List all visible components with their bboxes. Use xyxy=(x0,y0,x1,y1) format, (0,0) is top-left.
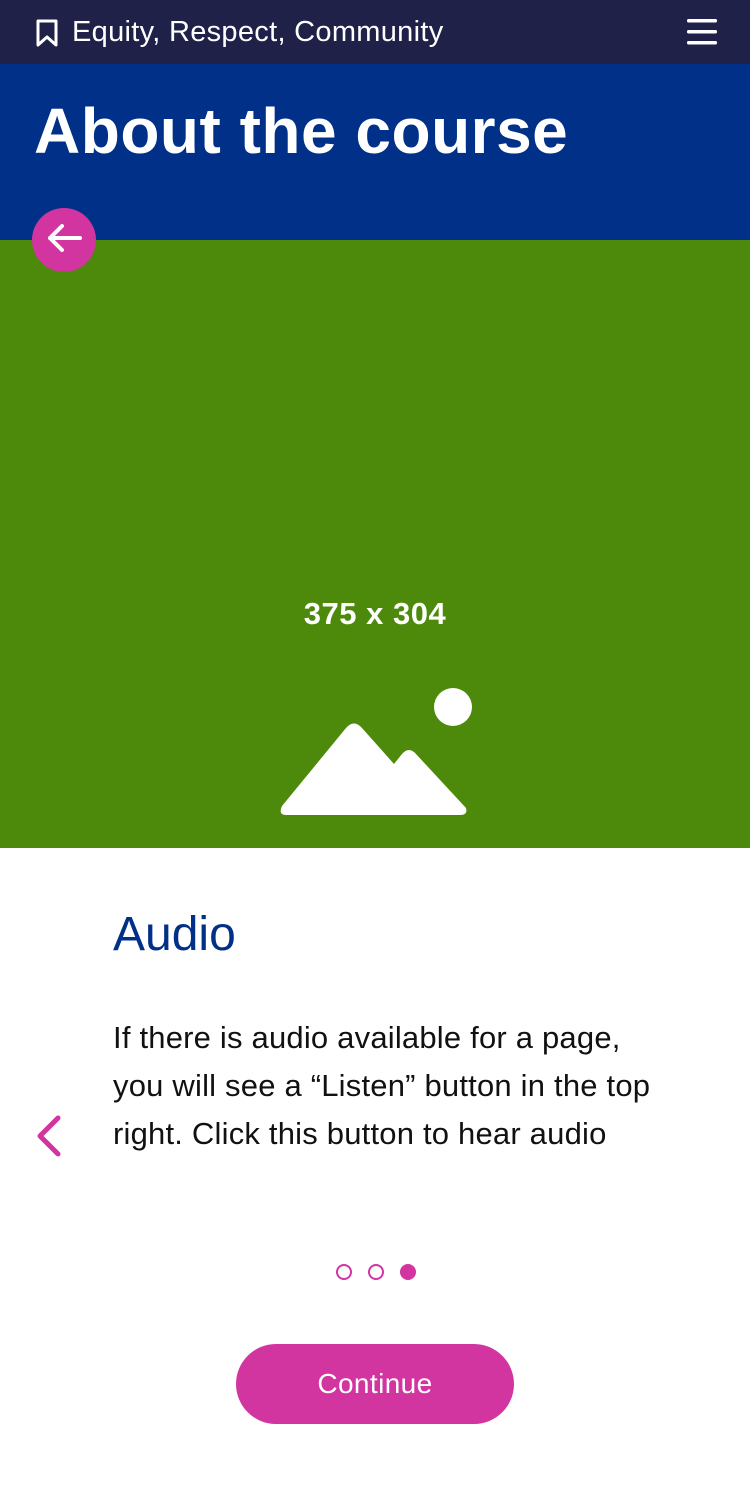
image-placeholder-icon xyxy=(278,686,474,823)
card-title: Audio xyxy=(113,908,236,961)
pagination-dot-1[interactable] xyxy=(336,1264,352,1280)
page-title: About the course xyxy=(34,95,569,167)
pagination-dots xyxy=(334,1262,424,1282)
pagination-dot-3[interactable] xyxy=(400,1264,416,1280)
bookmark-icon[interactable] xyxy=(34,18,60,48)
top-bar: Equity, Respect, Community xyxy=(0,0,750,64)
title-band: About the course xyxy=(0,64,750,240)
pagination-dot-2[interactable] xyxy=(368,1264,384,1280)
hero-image: 375 x 304 xyxy=(0,240,750,848)
course-name: Equity, Respect, Community xyxy=(72,16,444,48)
image-dimensions-label: 375 x 304 xyxy=(303,596,447,631)
continue-button[interactable]: Continue xyxy=(236,1344,514,1424)
card-body: If there is audio available for a page, … xyxy=(113,1020,651,1151)
back-button[interactable] xyxy=(32,208,96,272)
hamburger-menu-icon[interactable] xyxy=(685,17,719,47)
arrow-left-icon xyxy=(44,222,84,259)
chevron-left-icon[interactable] xyxy=(32,1114,68,1158)
